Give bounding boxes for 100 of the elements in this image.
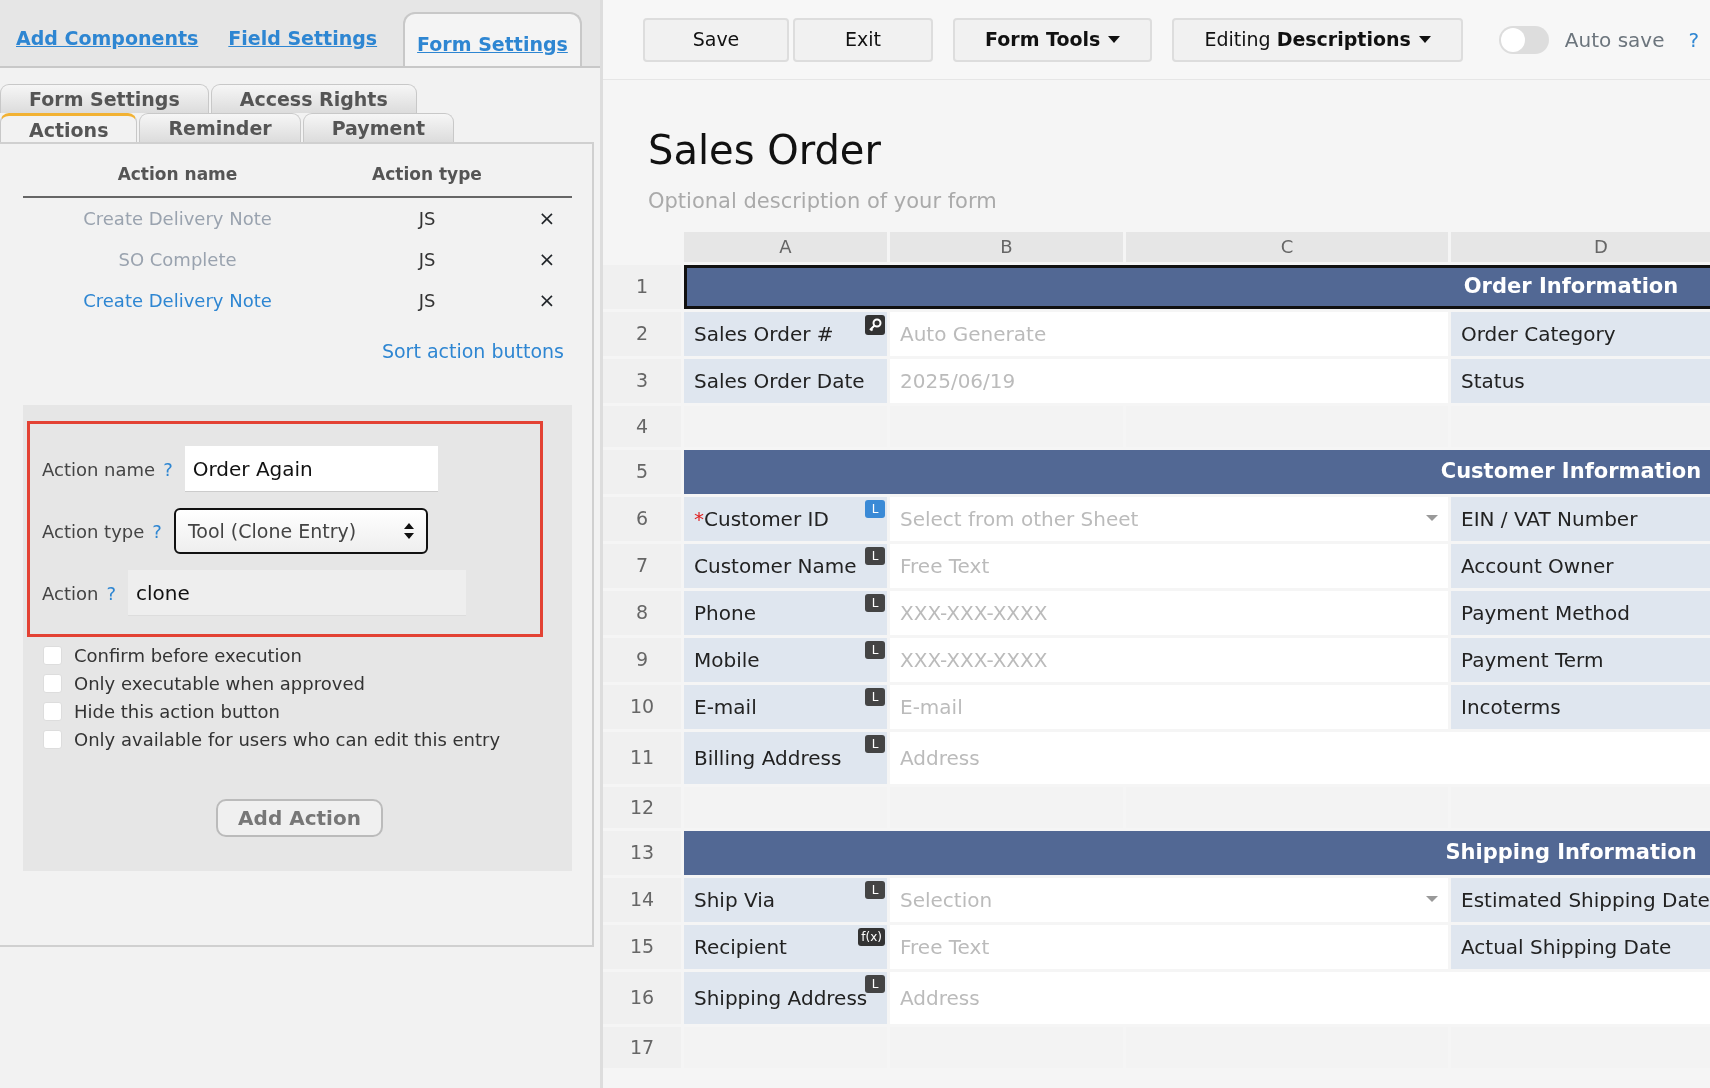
input-field[interactable]: clone [127,570,466,616]
checkbox[interactable] [43,701,62,721]
field-badge: L [865,640,885,659]
field-label: EIN / VAT Number [1451,496,1710,541]
input-field[interactable]: Free Text [890,543,1448,588]
action-type: JS [416,247,437,272]
input-field[interactable]: E-mail [890,684,1448,729]
field-label: Recipient f(x) [684,924,887,969]
row-number: 13 [603,830,681,875]
row-number: 5 [603,449,681,494]
row-number: 11 [603,731,681,784]
field-label: Sales Order Date [684,358,887,403]
field-label: Order Category [1451,311,1710,356]
toggle-switch[interactable] [1498,25,1549,54]
field-label: Customer Name L [684,543,887,588]
action-type: JS [416,288,437,313]
row-number: 16 [603,971,681,1024]
row-number: 10 [603,684,681,729]
column-header: B [890,231,1123,262]
settings-tab[interactable]: Reminder [139,113,301,142]
field-badge: L [865,734,885,753]
help-icon[interactable]: ? [106,579,116,607]
column-header: Action type [371,163,483,186]
row-number: 14 [603,877,681,922]
field-label: Sales Order # [684,311,887,356]
panel-tab[interactable]: Form Settings [403,11,582,66]
row-number: 8 [603,590,681,635]
delete-button[interactable]: × [522,285,572,315]
settings-tab[interactable]: Actions [0,113,138,142]
field-label: Payment Term [1451,637,1710,682]
column-header: Action name [116,163,239,186]
field-badge: L [865,687,885,706]
input-field[interactable]: Address [890,731,1710,784]
help-icon[interactable]: ? [163,455,173,483]
form-title: Sales Order [647,126,882,175]
section-band[interactable] [684,264,1710,309]
field-label: Estimated Shipping Date [1451,877,1710,922]
sort-arrows-icon [403,522,414,540]
row-number: 7 [603,543,681,588]
field-label: Action type [42,519,145,544]
row-number: 17 [603,1026,681,1068]
column-header: A [684,231,887,262]
toolbar-button[interactable]: Exit [793,17,933,62]
input-field[interactable]: Auto Generate [890,311,1448,356]
help-icon[interactable]: ? [1688,24,1700,55]
field-label: Status [1451,358,1710,403]
input-field[interactable]: Free Text [890,924,1448,969]
field-label: *Customer ID L [684,496,887,541]
input-field[interactable]: Order Again [184,446,438,492]
field-badge: L [865,593,885,612]
section-title: Customer Information [1440,457,1702,485]
row-number: 3 [603,358,681,403]
sort-link[interactable]: Sort action buttons [381,336,564,365]
input-field[interactable]: Select from other Sheet [890,496,1448,541]
checkbox-label: Only executable when approved [74,671,365,696]
input-field[interactable]: Address [890,971,1710,1024]
action-link[interactable]: Create Delivery Note [83,286,272,314]
section-title: Order Information [1463,272,1679,300]
field-label: Billing Address L [684,731,887,784]
settings-tab[interactable]: Payment [302,113,454,142]
menu-button[interactable]: Form Tools [953,17,1153,62]
checkbox-label: Only available for users who can edit this entry [74,727,501,752]
field-label: Action [42,581,99,606]
field-label: Actual Shipping Date [1451,924,1710,969]
action-type: JS [416,206,437,231]
input-field[interactable]: Selection [890,877,1448,922]
section-title: Shipping Information [1445,838,1697,866]
add-action-button[interactable]: Add Action [216,799,383,837]
row-number: 9 [603,637,681,682]
row-number: 2 [603,311,681,356]
row-number: 4 [603,405,681,447]
column-header: C [1126,231,1448,262]
field-badge: L [865,546,885,565]
caret-icon [1418,35,1431,44]
toggle-label: Auto save [1564,26,1665,54]
checkbox[interactable] [43,673,62,693]
caret-icon [1426,896,1438,903]
field-label: Phone L [684,590,887,635]
field-badge: L [865,974,885,993]
checkbox[interactable] [43,729,62,749]
input-field[interactable]: XXX-XXX-XXXX [890,590,1448,635]
checkbox[interactable] [43,645,62,665]
input-field[interactable]: XXX-XXX-XXXX [890,637,1448,682]
panel-tab[interactable]: Add Components [12,23,203,66]
field-label: Account Owner [1451,543,1710,588]
menu-button[interactable]: Editing Descriptions [1172,17,1463,62]
field-label: Payment Method [1451,590,1710,635]
select-field[interactable]: Tool (Clone Entry) [173,508,428,554]
help-icon[interactable]: ? [152,517,162,545]
field-badge: L [865,880,885,899]
input-field[interactable]: 2025/06/19 [890,358,1448,403]
row-number: 12 [603,786,681,828]
column-header: D [1451,231,1710,262]
settings-tab[interactable]: Form Settings [0,84,209,113]
field-badge: L [865,499,885,518]
checkbox-label: Confirm before execution [74,643,303,668]
form-description: Optional description of your form [647,188,998,215]
panel-tab[interactable]: Field Settings [224,23,382,66]
settings-tab[interactable]: Access Rights [210,84,417,113]
toolbar-button[interactable]: Save [643,17,789,62]
